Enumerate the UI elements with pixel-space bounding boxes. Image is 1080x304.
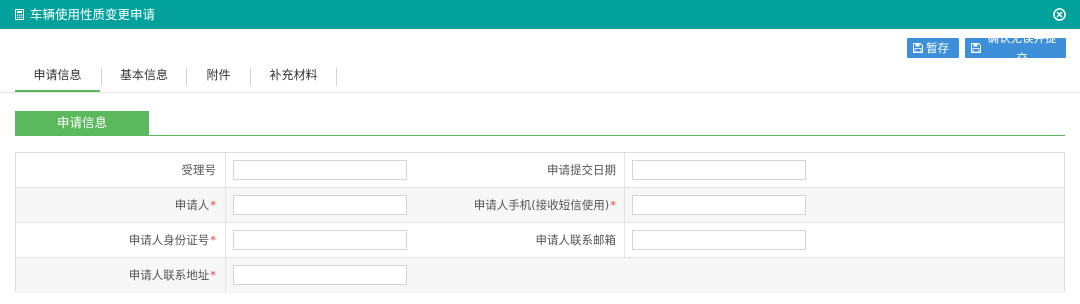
section-title: 申请信息 <box>15 111 149 135</box>
applicant-input[interactable] <box>233 195 407 215</box>
submission-date-label: 申请提交日期 <box>547 163 616 177</box>
window-title: 车辆使用性质变更申请 <box>30 7 156 22</box>
submission-date-input[interactable] <box>632 160 806 180</box>
applicant-address-label: 申请人联系地址* <box>128 268 216 282</box>
applicant-mobile-label: 申请人手机(接收短信使用)* <box>473 198 616 212</box>
tab-attachments[interactable]: 附件 <box>187 66 250 92</box>
form-row: 申请人身份证号* 申请人联系邮箱 <box>16 223 1064 258</box>
acceptance-number-input[interactable] <box>233 160 407 180</box>
form-row: 申请人联系地址* <box>16 258 1064 293</box>
floppy-disk-icon <box>913 43 923 53</box>
required-marker: * <box>210 268 216 282</box>
cell-divider <box>225 188 226 222</box>
applicant-id-number-input[interactable] <box>233 230 407 250</box>
tab-basic-info[interactable]: 基本信息 <box>102 66 186 92</box>
cell-divider <box>225 223 226 257</box>
applicant-address-input[interactable] <box>233 265 407 285</box>
tab-supplementary-materials[interactable]: 补充材料 <box>251 66 336 92</box>
required-marker: * <box>210 233 216 247</box>
cell-divider <box>225 153 226 187</box>
tab-divider <box>336 68 337 86</box>
applicant-id-number-label: 申请人身份证号* <box>128 233 216 247</box>
save-draft-label: 暂存 <box>926 41 949 55</box>
section-divider <box>15 135 1065 136</box>
applicant-label: 申请人* <box>174 198 216 212</box>
acceptance-number-label: 受理号 <box>181 163 217 177</box>
applicant-email-input[interactable] <box>632 230 806 250</box>
save-draft-button[interactable]: 暂存 <box>907 38 959 58</box>
applicant-mobile-input[interactable] <box>632 195 806 215</box>
required-marker: * <box>610 198 616 212</box>
form-row: 申请人* 申请人手机(接收短信使用)* <box>16 188 1064 223</box>
close-circle-icon[interactable] <box>1053 8 1066 21</box>
tabs-underline <box>0 92 1080 93</box>
applicant-email-label: 申请人联系邮箱 <box>535 233 617 247</box>
form-row: 受理号 申请提交日期 <box>16 153 1064 188</box>
application-form: 受理号 申请提交日期 申请人* 申请人手机(接收短信使用)* 申请人身份证号* … <box>15 152 1065 293</box>
confirm-submit-button[interactable]: 确认无误并提交 <box>965 31 1066 65</box>
tab-application-info[interactable]: 申请信息 <box>15 66 100 92</box>
calculator-icon <box>15 9 24 20</box>
cell-divider <box>225 258 226 292</box>
window-titlebar: 车辆使用性质变更申请 <box>0 0 1080 29</box>
cell-divider <box>624 223 625 257</box>
required-marker: * <box>210 198 216 212</box>
floppy-disk-icon <box>971 43 981 53</box>
cell-divider <box>624 188 625 222</box>
confirm-submit-label: 确认无误并提交 <box>987 31 1057 65</box>
cell-divider <box>624 153 625 187</box>
